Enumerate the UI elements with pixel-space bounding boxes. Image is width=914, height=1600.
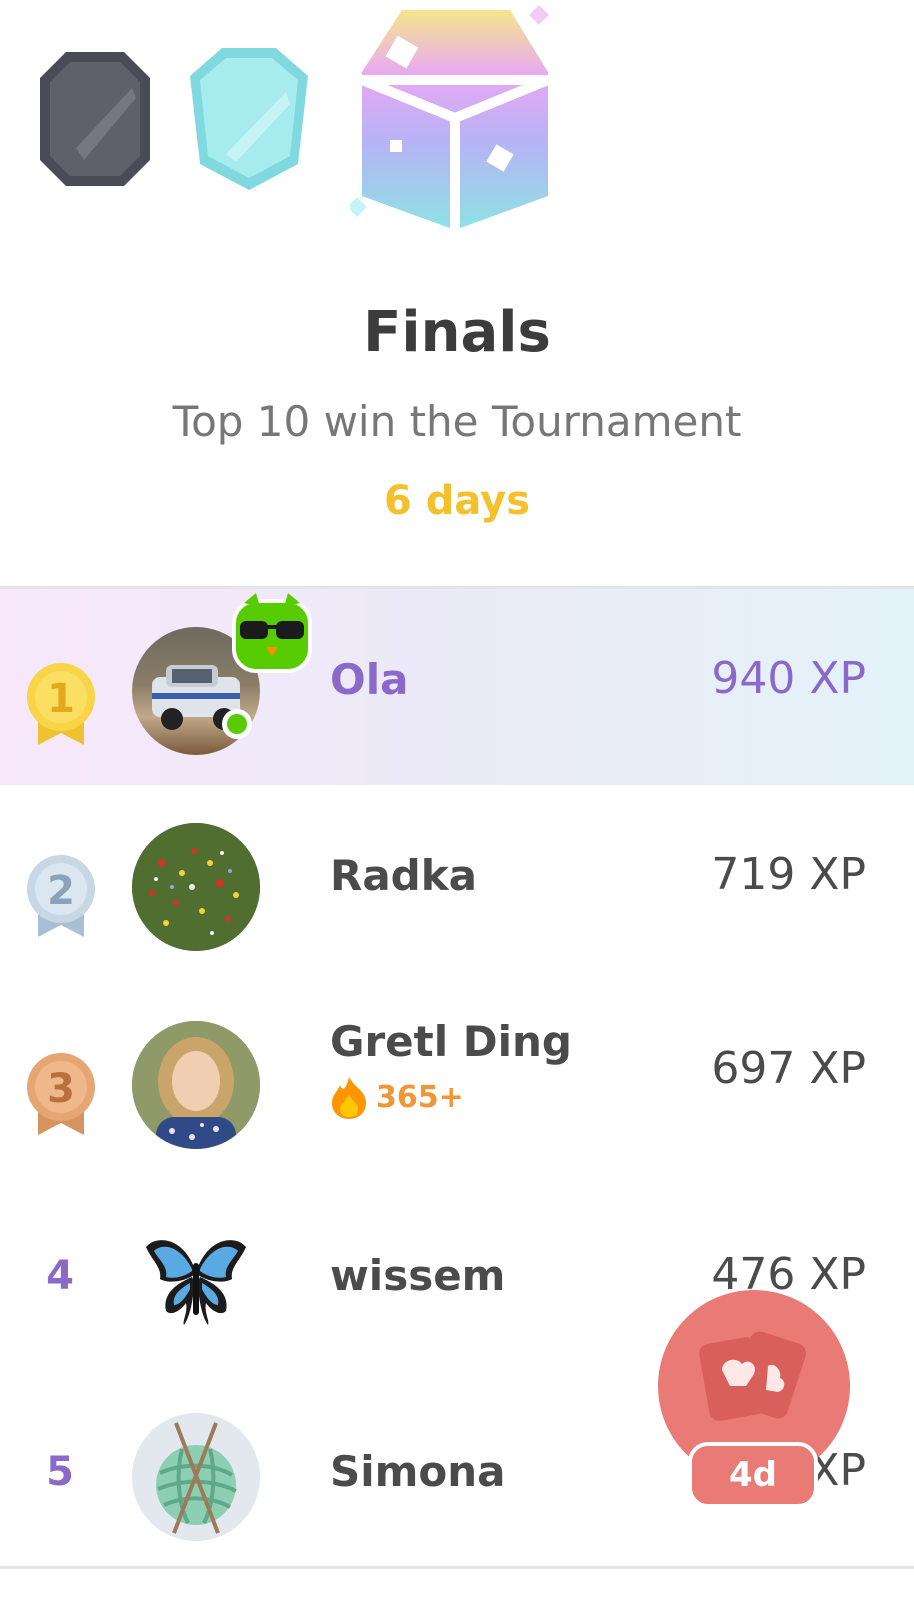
user-name: Ola: [330, 655, 409, 704]
avatar[interactable]: [132, 1413, 260, 1541]
streak-badge: 365+: [330, 1075, 464, 1119]
streak-count: 365+: [376, 1079, 464, 1115]
user-xp: 719 XP: [711, 849, 866, 900]
gold-medal-icon: 1: [27, 663, 95, 745]
user-name: Radka: [330, 851, 478, 900]
user-xp: 697 XP: [711, 1043, 866, 1094]
league-title: Finals: [363, 300, 551, 365]
list-bottom-divider: [0, 1566, 914, 1569]
butterfly-avatar: [146, 1240, 246, 1325]
leaderboard-row[interactable]: 3 Gretl Ding 365+ 697 XP: [0, 981, 914, 1177]
league-subtitle: Top 10 win the Tournament: [172, 397, 742, 446]
user-name: wissem: [330, 1251, 506, 1300]
yarn-drawing-avatar: [132, 1413, 260, 1541]
girl-portrait-photo: [132, 1021, 260, 1149]
league-icons: [0, 0, 914, 240]
avatar[interactable]: [132, 823, 260, 951]
rank-number: 3: [47, 1066, 75, 1112]
diamond-league-icon: [190, 48, 308, 190]
bronze-medal-icon: 3: [27, 1053, 95, 1135]
time-remaining-badge: 4d: [688, 1442, 818, 1508]
leaderboard-row[interactable]: 2 Radka 719 XP: [0, 785, 914, 981]
rank-number: 1: [47, 676, 75, 722]
avatar[interactable]: [132, 1217, 260, 1345]
rank-number: 2: [47, 868, 75, 914]
wildflower-photo: [132, 823, 260, 951]
silver-medal-icon: 2: [27, 855, 95, 937]
user-name: Gretl Ding: [330, 1017, 572, 1066]
user-xp: 940 XP: [711, 653, 866, 704]
user-name: Simona: [330, 1447, 506, 1496]
tournament-trophy-icon: [350, 5, 550, 230]
rank-number: 5: [46, 1449, 74, 1495]
online-status-dot: [222, 709, 252, 739]
cards-icon: [699, 1331, 807, 1421]
avatar[interactable]: [132, 1021, 260, 1149]
time-remaining: 6 days: [383, 478, 531, 524]
rank-number: 4: [46, 1253, 74, 1299]
owl-sunglasses-icon: [232, 593, 312, 673]
obsidian-league-icon: [40, 52, 150, 186]
leaderboard-row[interactable]: 1 Ola 940 XP: [0, 589, 914, 785]
flame-icon: [332, 1077, 366, 1119]
